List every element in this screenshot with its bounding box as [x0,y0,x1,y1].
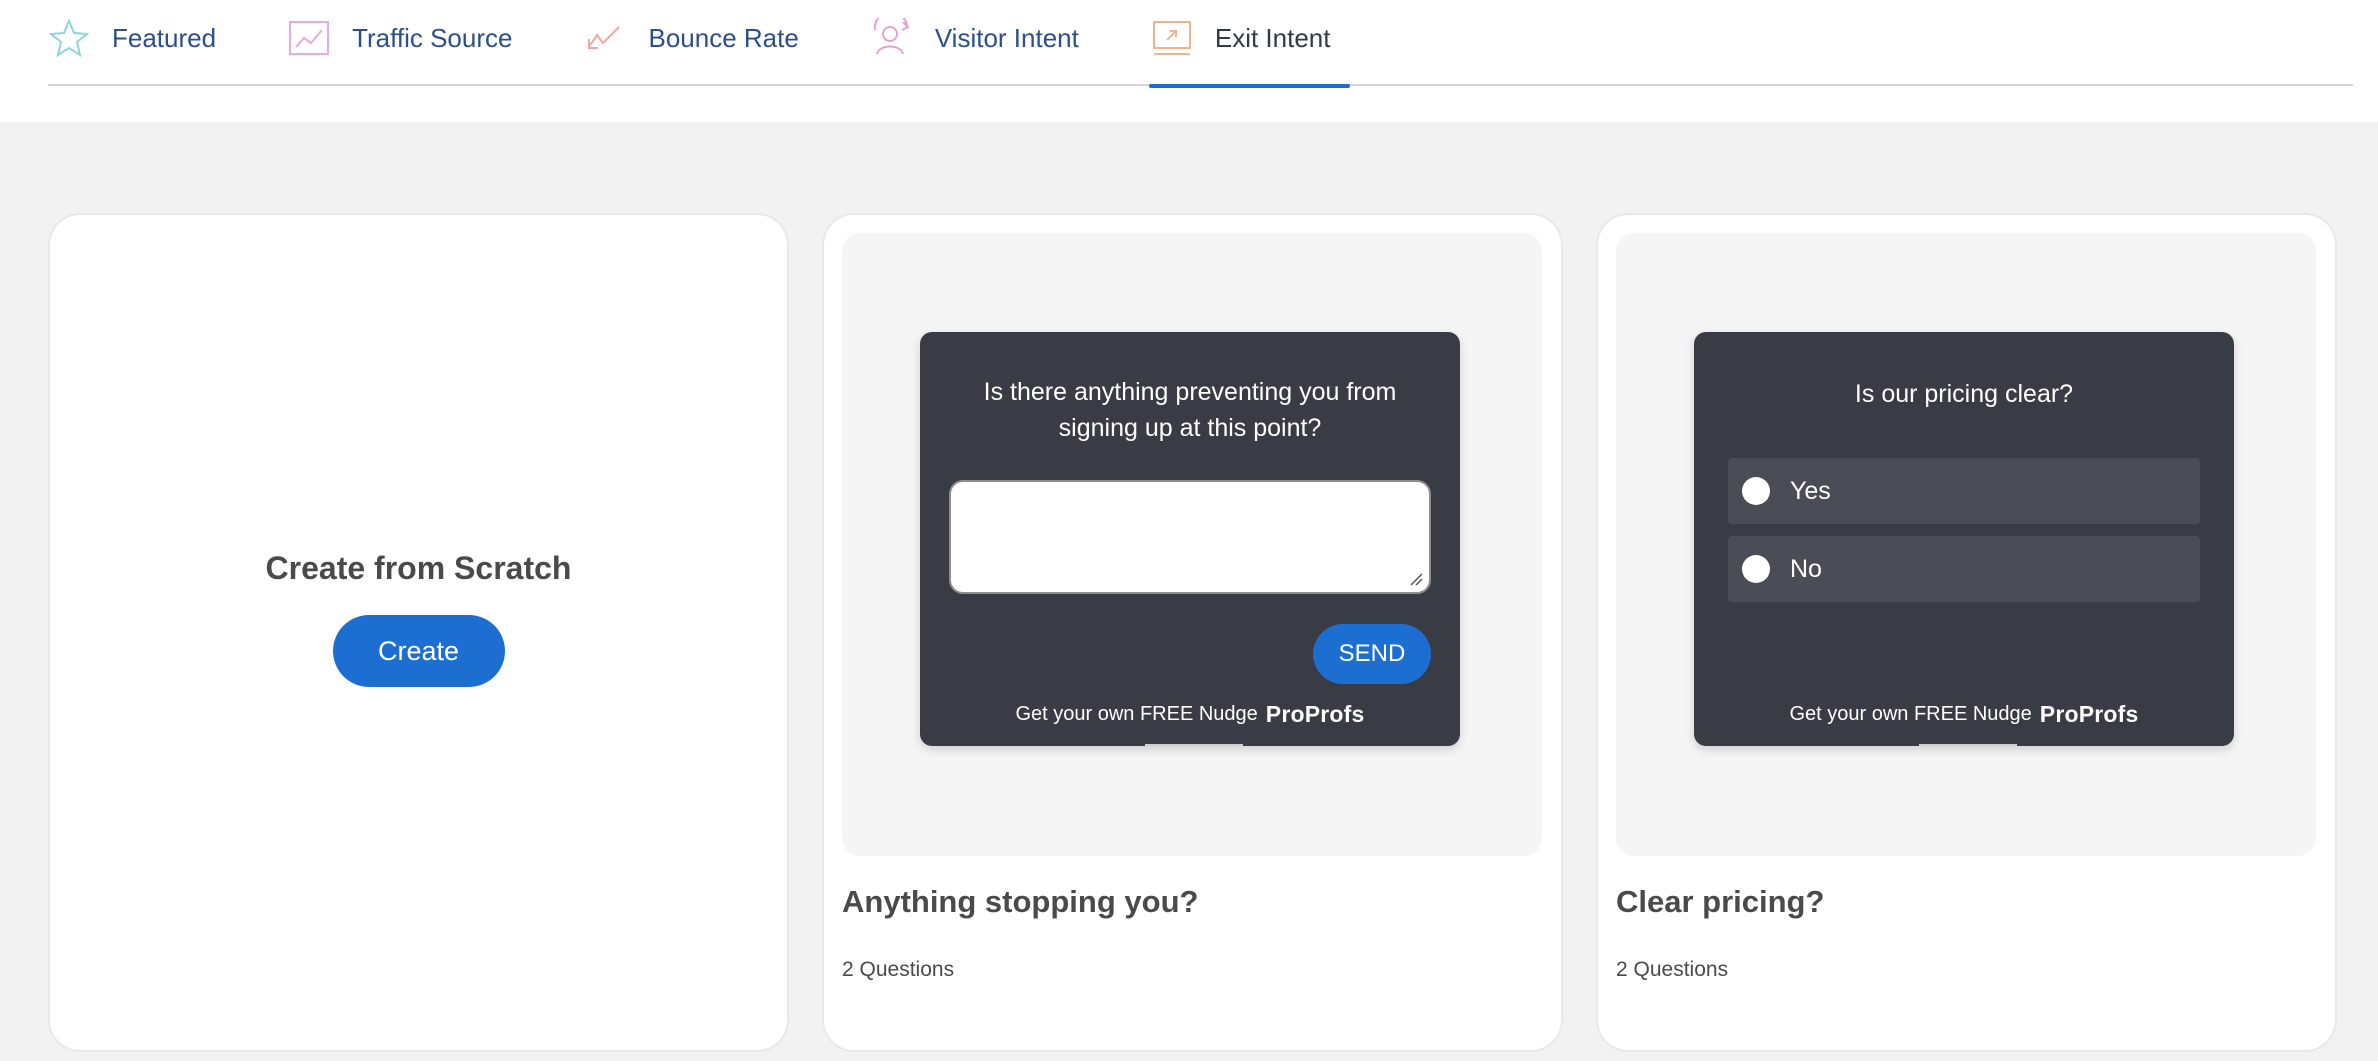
option-label: Yes [1790,476,1831,505]
tab-label: Bounce Rate [648,22,799,53]
tab-label: Visitor Intent [934,22,1079,53]
star-icon [48,17,90,59]
nudge-question: Is there anything preventing you from si… [983,378,1397,442]
template-card-clear-pricing[interactable]: Is our pricing clear? Yes No Get your ow… [1598,215,2335,1050]
nudge-question: Is our pricing clear? [1854,380,2074,408]
tab-visitor-intent[interactable]: Visitor Intent [871,0,1099,86]
visitor-icon [871,17,913,59]
tab-traffic-source[interactable]: Traffic Source [288,0,532,86]
top-bar: Featured Traffic Source Bounce Rate Visi… [0,0,2378,122]
scratch-content: Create from Scratch Create [50,215,787,1050]
nudge-popup: Is our pricing clear? Yes No Get your ow… [1694,332,2234,746]
template-title: Anything stopping you? [842,884,1199,919]
question-count: 2 Questions [1616,958,1729,981]
resize-grip-icon[interactable] [1409,572,1423,586]
radio-icon[interactable] [1742,477,1770,505]
option-no[interactable]: No [1728,536,2200,602]
create-from-scratch-card[interactable]: Create from Scratch Create [50,215,787,1050]
proprofs-logo: ProProfs [1265,701,1365,727]
exit-screen-icon [1151,17,1193,59]
free-nudge-link[interactable]: Get your own FREE Nudge [1015,703,1258,746]
template-title: Clear pricing? [1616,884,1825,919]
trend-down-icon [584,17,626,59]
line-chart-icon [288,17,330,59]
nudge-footer: Get your own FREE Nudge ProProfs [920,701,1460,746]
template-card-anything-stopping[interactable]: Is there anything preventing you from si… [824,215,1561,1050]
tab-label: Exit Intent [1214,22,1331,53]
send-button[interactable]: SEND [1313,624,1431,684]
tab-label: Traffic Source [352,22,513,53]
nudge-text-area[interactable] [949,480,1431,594]
tab-bounce-rate[interactable]: Bounce Rate [584,0,818,86]
scratch-title: Create from Scratch [265,550,572,586]
option-label: No [1790,554,1822,583]
tab-featured[interactable]: Featured [48,0,236,86]
template-tabs: Featured Traffic Source Bounce Rate Visi… [48,0,2353,88]
free-nudge-link[interactable]: Get your own FREE Nudge [1789,703,2032,746]
question-count: 2 Questions [842,958,955,981]
nudge-footer: Get your own FREE Nudge ProProfs [1694,701,2234,746]
template-preview[interactable]: Is there anything preventing you from si… [842,233,1542,856]
option-yes[interactable]: Yes [1728,458,2200,524]
tab-label: Featured [112,22,217,53]
nudge-popup: Is there anything preventing you from si… [920,332,1460,746]
radio-icon[interactable] [1742,555,1770,583]
template-preview[interactable]: Is our pricing clear? Yes No Get your ow… [1616,233,2316,856]
tab-exit-intent[interactable]: Exit Intent [1148,0,1351,88]
proprofs-logo: ProProfs [2039,701,2139,727]
create-button[interactable]: Create [332,615,505,687]
